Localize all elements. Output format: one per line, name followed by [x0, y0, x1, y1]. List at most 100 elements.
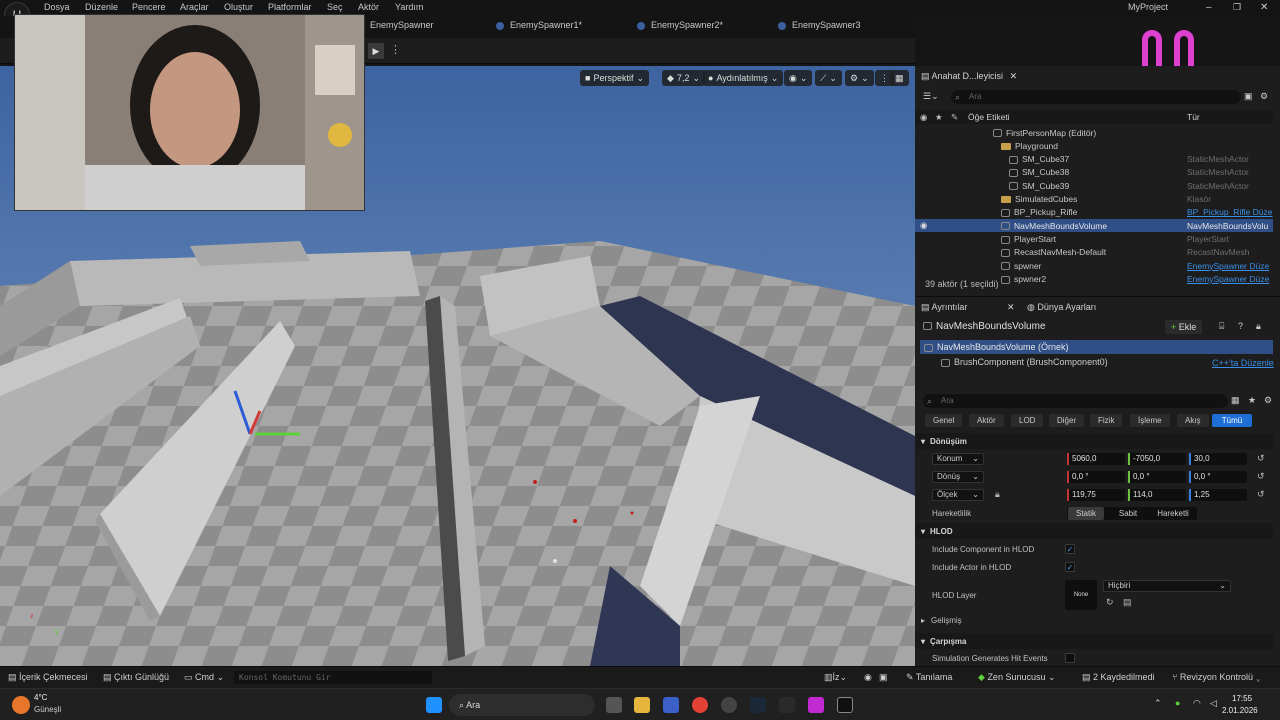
scale-y[interactable]: 114,0 [1128, 489, 1186, 501]
perspective-dropdown[interactable]: ■ Perspektif ⌄ [580, 70, 650, 86]
unreal-engine-icon[interactable] [837, 697, 853, 713]
sim-hit-events-checkbox[interactable]: ✓ [1065, 653, 1075, 663]
rotation-z[interactable]: 0,0 ° [1189, 471, 1247, 483]
play-icon[interactable]: ▶ [368, 43, 384, 59]
close-button[interactable]: ✕ [1260, 2, 1268, 13]
console-input[interactable]: Konsol Komutunu Gir [234, 671, 432, 684]
outliner-tab[interactable]: ▤ Anahat D...leyicisi ✕ [921, 71, 1017, 82]
menu-actor[interactable]: Aktör [358, 2, 379, 12]
camera-icon[interactable]: ▣ [879, 672, 888, 683]
menu-file[interactable]: Dosya [44, 2, 70, 12]
fov-dropdown[interactable]: ◆ 7,2 ⌄ [662, 70, 705, 86]
show-dropdown[interactable]: ◉ ⌄ [784, 70, 813, 86]
app-icon[interactable] [808, 697, 824, 713]
minimize-button[interactable]: – [1206, 2, 1212, 13]
menu-platforms[interactable]: Platformlar [268, 2, 312, 12]
outliner-row[interactable]: SM_Cube39 StaticMeshActor [915, 179, 1273, 192]
cmd-dropdown[interactable]: ▭ Cmd ⌄ [184, 672, 224, 683]
lock-icon[interactable]: 🔒︎ [1256, 321, 1261, 332]
output-log-button[interactable]: ▤ Çıktı Günlüğü [103, 672, 169, 683]
trace-dropdown[interactable]: ▥İz⌄ [824, 672, 847, 683]
scale-x[interactable]: 119,75 [1067, 489, 1125, 501]
lock-icon[interactable]: 🔒︎ [995, 489, 1000, 500]
visibility-eye-icon[interactable]: ◉ [920, 220, 927, 231]
windows-start-icon[interactable] [426, 697, 442, 713]
tab-world-settings[interactable]: ◍ Dünya Ayarları [1027, 302, 1096, 313]
instance-row[interactable]: NavMeshBoundsVolume (Örnek) [920, 340, 1273, 354]
filter-lod[interactable]: LOD [1011, 414, 1044, 427]
weather-icon[interactable] [12, 696, 30, 714]
grid-view-icon[interactable]: ▦ [1231, 395, 1240, 406]
outliner-row-type[interactable]: EnemySpawner Düze [1187, 261, 1269, 271]
task-view-icon[interactable] [606, 697, 622, 713]
volume-icon[interactable]: ◁ [1210, 698, 1217, 709]
section-hlod[interactable]: ▾ HLOD [915, 523, 1273, 539]
outliner-row-type[interactable]: BP_Pickup_Rifle Düze [1187, 207, 1273, 217]
edit-in-cpp-link[interactable]: C++'ta Düzenle [1212, 358, 1274, 368]
scale-dropdown[interactable]: Ölçek ⌄ [932, 489, 984, 501]
chrome-icon[interactable] [692, 697, 708, 713]
filter-misc[interactable]: Diğer [1049, 414, 1085, 427]
tab-enemyspawner3[interactable]: EnemySpawner3 [778, 20, 861, 30]
taskbar-search[interactable]: ⌕ Ara [449, 694, 595, 716]
reset-icon[interactable]: ↺ [1257, 453, 1265, 464]
filter-streaming[interactable]: Akış [1177, 414, 1209, 427]
location-dropdown[interactable]: Konum ⌄ [932, 453, 984, 465]
filter-physics[interactable]: Fizik [1090, 414, 1123, 427]
gear-icon[interactable]: ⚙ [1264, 395, 1272, 406]
menu-help[interactable]: Yardım [395, 2, 423, 12]
clock-time[interactable]: 17:55 [1232, 694, 1252, 703]
section-collision[interactable]: ▾ Çarpışma [915, 633, 1273, 649]
content-drawer-button[interactable]: ▤ İçerik Çekmecesi [8, 672, 88, 683]
gear-icon[interactable]: ⚙ [1260, 91, 1268, 102]
mobility-stationary[interactable]: Sabit [1108, 507, 1148, 520]
outliner-row[interactable]: FirstPersonMap (Editör) [915, 126, 1273, 139]
rotation-x[interactable]: 0,0 ° [1067, 471, 1125, 483]
tab-enemyspawner2[interactable]: EnemySpawner2* [637, 20, 723, 30]
scale-z[interactable]: 1,25 [1189, 489, 1247, 501]
include-component-checkbox[interactable]: ✓ [1065, 544, 1075, 554]
wifi-icon[interactable]: ◠ [1193, 698, 1201, 709]
outliner-row[interactable]: RecastNavMesh-Default RecastNavMesh [915, 246, 1273, 259]
file-explorer-icon[interactable] [634, 697, 650, 713]
outliner-row[interactable]: SM_Cube37 StaticMeshActor [915, 153, 1273, 166]
outliner-row[interactable]: BP_Pickup_Rifle BP_Pickup_Rifle Düze [915, 206, 1273, 219]
clock-date[interactable]: 2.01.2026 [1222, 706, 1258, 715]
tray-chevron-icon[interactable]: ⌃ [1154, 698, 1162, 709]
location-z[interactable]: 30,0 [1189, 453, 1247, 465]
mobility-static[interactable]: Statik [1068, 507, 1104, 520]
lighting-dropdown[interactable]: ● Aydınlatılmış ⌄ [703, 70, 784, 86]
menu-window[interactable]: Pencere [132, 2, 166, 12]
close-icon[interactable]: ✕ [1007, 302, 1015, 313]
outliner-row-type[interactable]: EnemySpawner Düze [1187, 274, 1269, 284]
mic-icon[interactable]: ● [1175, 698, 1180, 708]
steam-icon[interactable] [750, 697, 766, 713]
menu-edit[interactable]: Düzenle [85, 2, 118, 12]
close-icon[interactable]: ✕ [1010, 71, 1018, 81]
location-x[interactable]: 5060,0 [1067, 453, 1125, 465]
advanced-row[interactable]: ▸ Gelişmiş [915, 616, 1273, 630]
mobility-movable[interactable]: Hareketli [1150, 507, 1196, 520]
outliner-search-input[interactable]: Ara [951, 90, 1241, 104]
layout-button[interactable]: ▦ [890, 70, 909, 86]
menu-select[interactable]: Seç [327, 2, 343, 12]
outliner-row[interactable]: PlayerStart PlayerStart [915, 232, 1273, 245]
outliner-row[interactable]: spwner EnemySpawner Düze [915, 259, 1273, 272]
record-icon[interactable]: ◉ [864, 672, 872, 683]
filter-all[interactable]: Tümü [1212, 414, 1252, 427]
col-type[interactable]: Tür [1187, 112, 1200, 122]
tab-enemyspawner[interactable]: EnemySpawner [370, 20, 434, 30]
browse-folder-icon[interactable]: ▤ [1123, 597, 1132, 608]
filter-icon[interactable]: ☰⌄ [923, 91, 939, 102]
unsaved-button[interactable]: ▤ 2 Kaydedilmedi [1082, 672, 1155, 683]
help-icon[interactable]: ? [1238, 321, 1243, 331]
hlod-layer-dropdown[interactable]: Hiçbiri ⌄ [1103, 580, 1231, 592]
blueprint-icon[interactable]: ⌸ [1219, 321, 1224, 332]
reset-icon[interactable]: ↺ [1257, 471, 1265, 482]
reset-icon[interactable]: ↺ [1257, 489, 1265, 500]
reset-arrow-icon[interactable]: ↻ [1106, 597, 1114, 608]
details-search-input[interactable]: Ara [923, 394, 1228, 408]
maximize-button[interactable]: ❐ [1233, 2, 1241, 13]
star-icon[interactable]: ★ [1248, 395, 1256, 406]
revision-control-button[interactable]: ⑂ Revizyon Kontrolü ⌄ [1172, 672, 1261, 682]
